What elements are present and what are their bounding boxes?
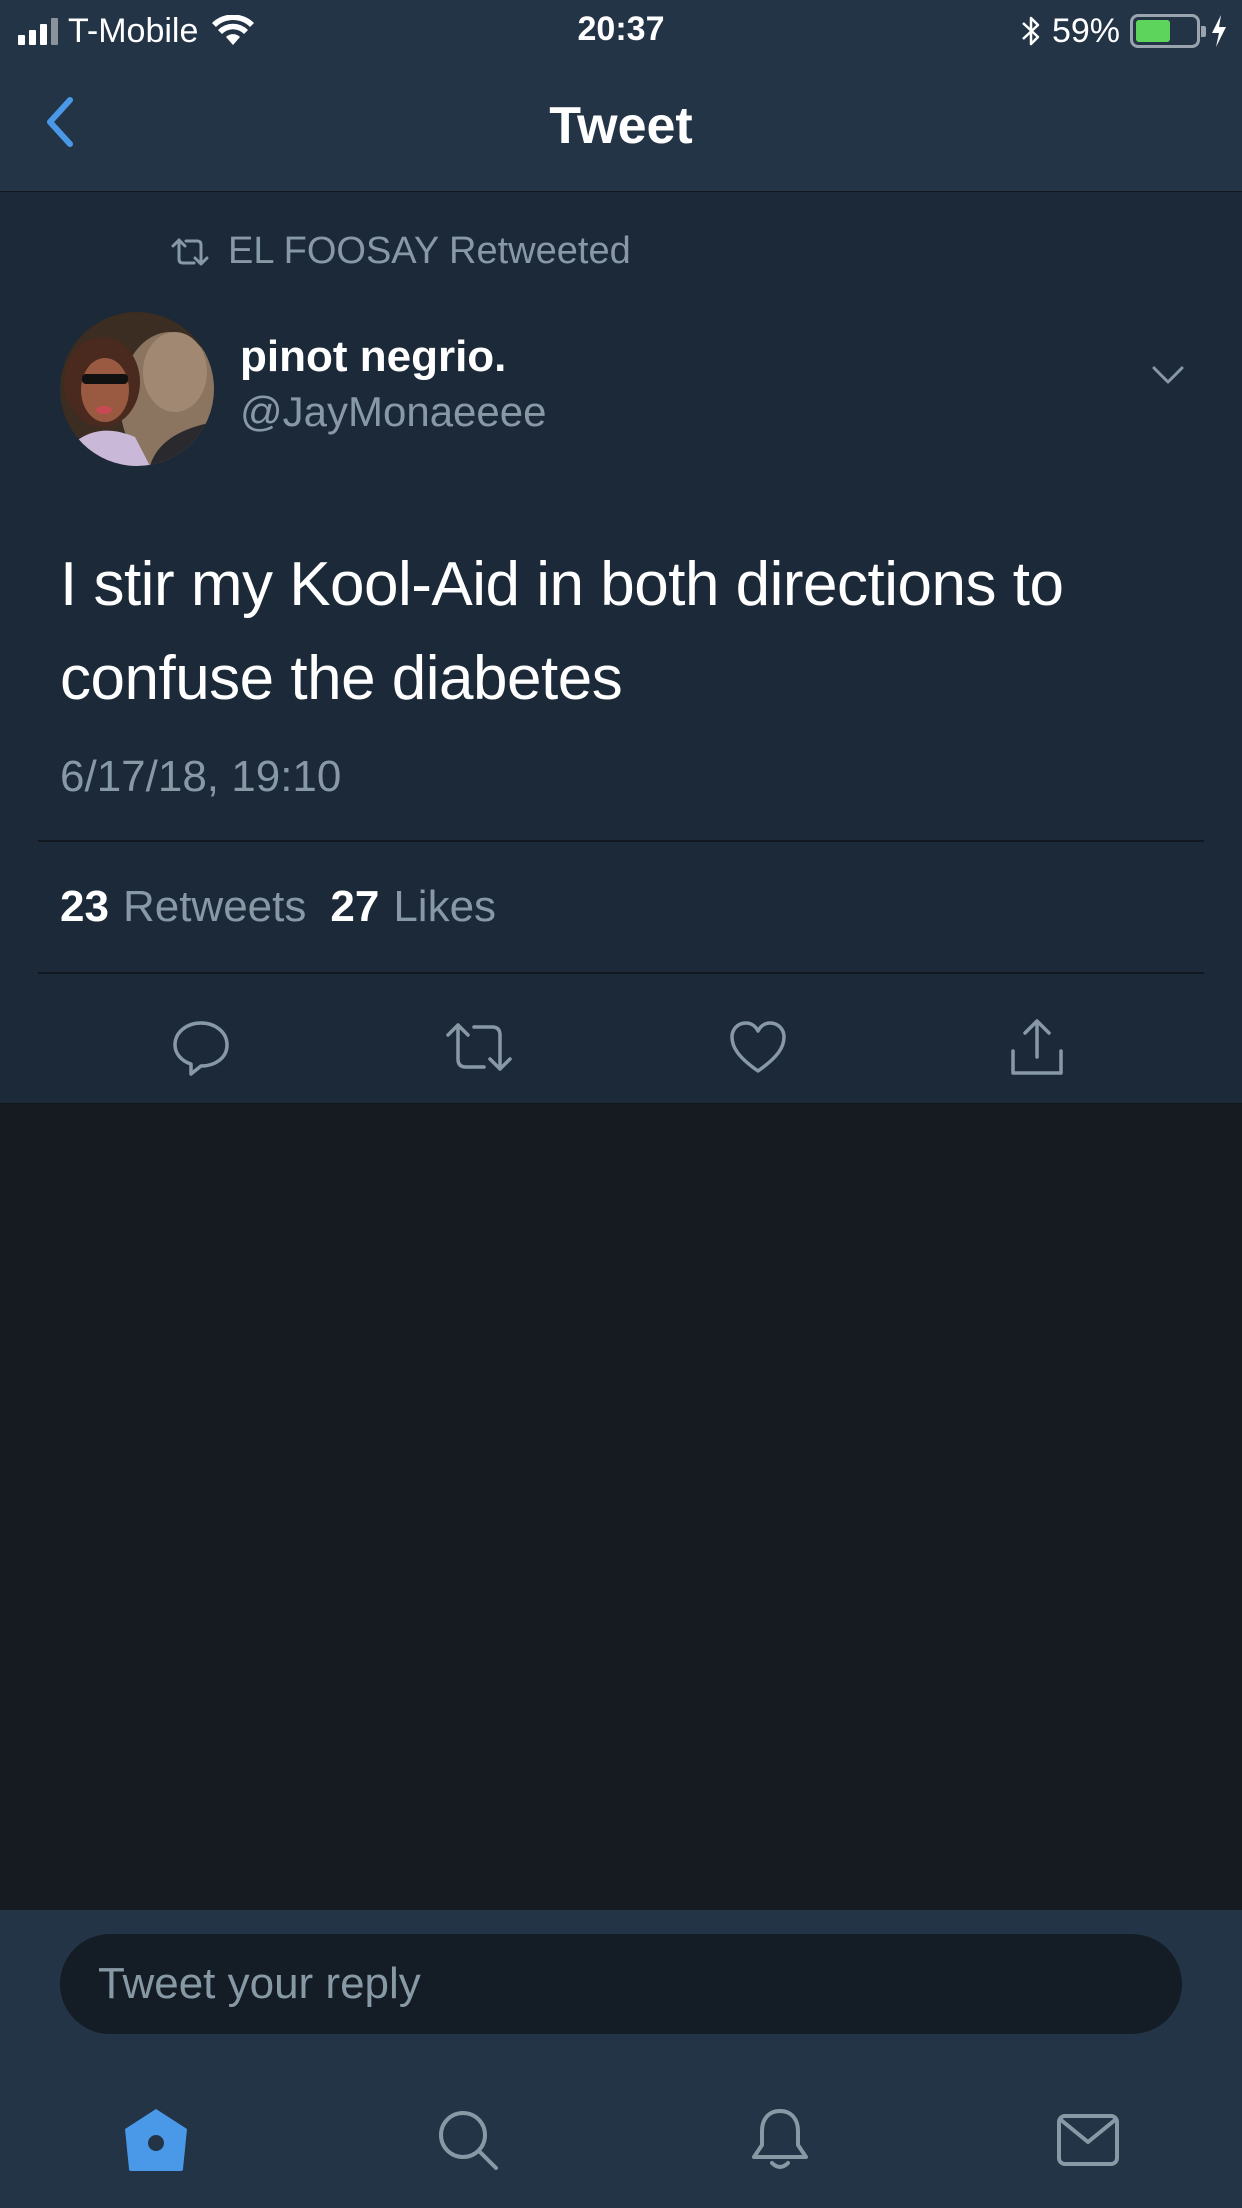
like-button[interactable] — [713, 1002, 803, 1092]
tweet-stats: 23 Retweets 27 Likes — [60, 882, 496, 932]
like-icon — [730, 1021, 786, 1073]
divider — [38, 972, 1204, 974]
reply-bar — [0, 1910, 1242, 2060]
tweet-detail-screen: T-Mobile 20:37 59% Tweet EL FOOSAY Retwe… — [0, 0, 1242, 2208]
share-button[interactable] — [992, 1002, 1082, 1092]
tab-search[interactable] — [428, 2100, 508, 2180]
nav-bar: Tweet — [0, 62, 1242, 192]
retweet-context[interactable]: EL FOOSAY Retweeted — [170, 230, 631, 273]
status-bar: T-Mobile 20:37 59% — [0, 0, 1242, 62]
more-options-button[interactable] — [1146, 352, 1190, 396]
messages-icon — [1057, 2114, 1119, 2166]
tab-bar — [0, 2060, 1242, 2208]
home-icon — [125, 2109, 187, 2171]
bluetooth-icon — [1022, 16, 1040, 46]
battery-level — [1136, 20, 1171, 42]
likes-stat[interactable]: 27 Likes — [330, 882, 496, 932]
share-icon — [1011, 1019, 1063, 1075]
avatar[interactable] — [60, 312, 214, 466]
retweet-icon — [446, 1023, 512, 1071]
notifications-icon — [752, 2109, 808, 2169]
retweet-button[interactable] — [434, 1002, 524, 1092]
retweet-context-label: EL FOOSAY Retweeted — [228, 230, 631, 272]
divider — [38, 840, 1204, 842]
retweets-label: Retweets — [122, 882, 307, 931]
tweet-actions — [0, 1002, 1242, 1102]
chevron-down-icon — [1152, 366, 1184, 384]
retweets-stat[interactable]: 23 Retweets — [60, 882, 306, 932]
reply-icon — [173, 1021, 229, 1076]
status-right: 59% — [1020, 10, 1228, 52]
author-handle[interactable]: @JayMonaeeee — [240, 388, 547, 436]
battery-percent: 59% — [1051, 11, 1120, 50]
battery-icon — [1130, 14, 1206, 48]
tweet-text: I stir my Kool-Aid in both directions to… — [60, 550, 1064, 713]
page-title: Tweet — [549, 97, 693, 155]
author-name[interactable]: pinot negrio. — [240, 332, 506, 382]
reply-input[interactable] — [60, 1934, 1182, 2034]
like-count: 27 — [330, 882, 380, 931]
charging-icon — [1212, 15, 1226, 47]
tweet-timestamp: 6/17/18, 19:10 — [60, 752, 342, 801]
tab-messages[interactable] — [1048, 2100, 1128, 2180]
tab-notifications[interactable] — [740, 2100, 820, 2180]
search-icon — [439, 2111, 498, 2170]
tweet-card: EL FOOSAY Retweeted pinot negrio. @JayMo… — [0, 192, 1242, 1104]
retweet-icon — [171, 238, 209, 265]
reply-button[interactable] — [156, 1002, 246, 1092]
tab-home[interactable] — [116, 2100, 196, 2180]
retweet-count: 23 — [60, 882, 109, 931]
likes-label: Likes — [393, 882, 497, 931]
